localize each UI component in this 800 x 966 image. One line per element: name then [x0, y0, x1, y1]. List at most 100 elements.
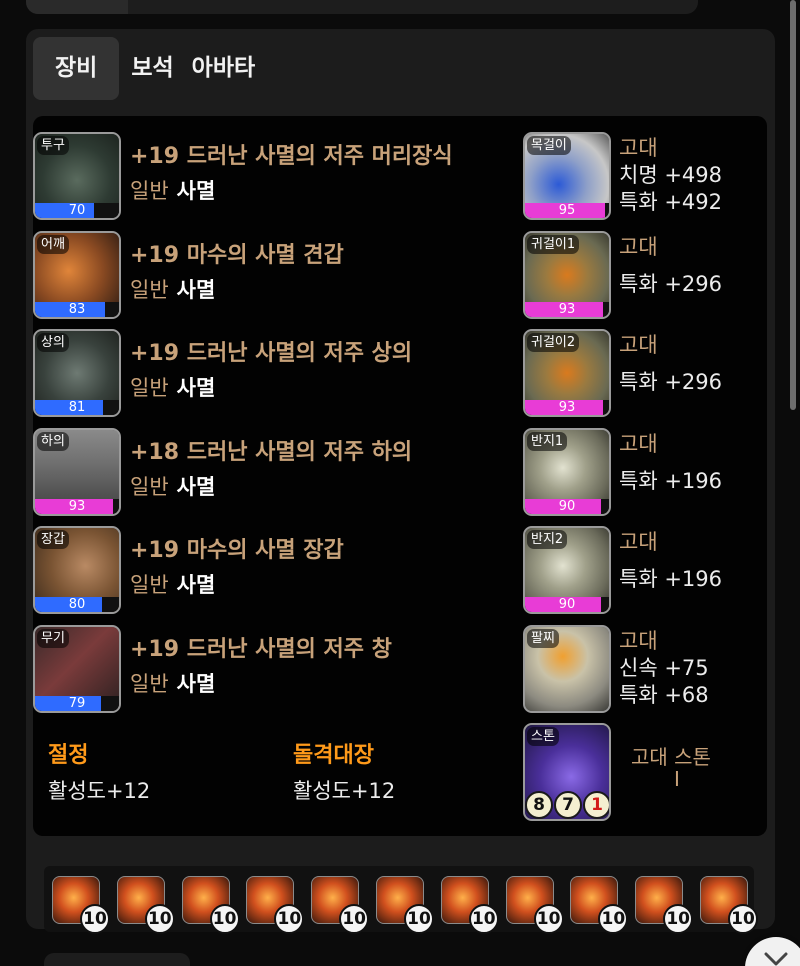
accessory-stat: 특화 +296	[619, 271, 722, 296]
quality-bar: 83	[35, 301, 119, 317]
engraving-name: 절정	[48, 743, 89, 768]
gem-strip: 10 10 10 10 10 10 10 10 10 10 10	[44, 866, 758, 934]
accessory-slot-icon[interactable]: 귀걸이1 93	[523, 230, 611, 319]
stone-level-badge: 7	[554, 791, 582, 819]
scrollbar-thumb[interactable]	[790, 0, 796, 410]
accessory-stat: 특화 +196	[619, 567, 722, 591]
quality-bar: 93	[525, 400, 609, 415]
quality-bar: 90	[525, 498, 609, 514]
gear-slot-icon[interactable]: 어깨 83	[33, 230, 121, 319]
gem-level-badge: 10	[404, 904, 434, 934]
quality-value: 90	[558, 498, 576, 514]
accessory-stat: 특화 +196	[619, 468, 722, 493]
accessory-slot-icon[interactable]: 목걸이 95	[523, 132, 611, 220]
engraving-name: 돌격대장	[293, 743, 374, 768]
stone-levels: 871	[525, 791, 609, 819]
slot-label: 목걸이	[527, 136, 571, 155]
gear-tier: 일반	[130, 277, 169, 302]
tab-gems[interactable]: 보석	[125, 37, 179, 100]
gem-level-badge: 10	[468, 904, 499, 934]
accessory-grade: 고대	[619, 431, 658, 456]
slot-label: 상의	[37, 333, 69, 352]
tab-equipment[interactable]: 장비	[33, 37, 120, 100]
tab-avatar[interactable]: 아바타	[186, 37, 261, 100]
chevron-down-icon	[764, 952, 788, 966]
tab-bar: 장비 보석 아바타	[33, 37, 261, 100]
gear-slot-icon[interactable]: 하의 93	[33, 427, 121, 516]
gem-level-badge: 10	[728, 904, 758, 934]
accessory-slot-icon[interactable]: 팔찌	[523, 624, 611, 713]
accessory-slot-icon[interactable]: 반지2 90	[523, 526, 611, 614]
gear-tier: 일반	[130, 474, 169, 499]
gear-tier: 일반	[130, 671, 169, 696]
gear-set-info: 일반 사멸	[130, 175, 215, 205]
accessory-slot-icon[interactable]: 반지1 90	[523, 427, 611, 516]
gear-slot-icon[interactable]: 장갑 80	[33, 526, 121, 614]
quality-value: 93	[68, 498, 86, 514]
stone-sub: I	[674, 767, 680, 791]
gear-slot-icon[interactable]: 무기 79	[33, 624, 121, 713]
gear-slot-icon[interactable]: 상의 81	[33, 329, 121, 417]
quality-bar: 90	[525, 597, 609, 612]
gear-set: 사멸	[176, 179, 216, 203]
gem-level-badge: 10	[274, 904, 305, 934]
quality-bar: 93	[35, 498, 119, 514]
accessory-stat: 특화 +68	[619, 682, 709, 707]
gear-tier: 일반	[130, 179, 169, 203]
slot-label: 장갑	[37, 530, 69, 549]
collapse-button[interactable]	[745, 937, 800, 966]
accessory-slot-icon[interactable]: 귀걸이2 93	[523, 329, 611, 417]
quality-value: 93	[558, 301, 576, 317]
accessory-grade: 고대	[619, 136, 658, 160]
slot-label: 팔찌	[527, 628, 559, 648]
gear-set-info: 일반 사멸	[130, 471, 215, 501]
ability-stone-slot[interactable]: 스톤 8 7 1	[523, 723, 611, 821]
accessory-grade: 고대	[619, 530, 658, 554]
gear-slot-icon[interactable]: 투구 70	[33, 132, 121, 220]
quality-value: 70	[68, 203, 86, 218]
gear-name: +19 드러난 사멸의 저주 상의	[130, 341, 413, 366]
gear-set: 사멸	[176, 376, 216, 400]
gear-set: 사멸	[176, 671, 216, 696]
equipment-card: 장비 보석 아바타 투구 70 +19 드러난 사멸의 저주 머리장식 일반 사멸 어깨 8…	[26, 29, 775, 929]
top-panel-segment[interactable]	[26, 0, 128, 14]
stone-level-badge: 8	[525, 791, 553, 819]
quality-bar: 70	[35, 203, 119, 218]
accessory-stat: 치명 +498	[619, 163, 722, 187]
gem-level-badge: 10	[663, 904, 694, 934]
top-panel	[26, 0, 698, 14]
slot-label: 귀걸이1	[527, 234, 580, 254]
quality-bar: 79	[35, 695, 119, 711]
accessory-stat: 신속 +75	[619, 655, 709, 680]
stone-name: 고대 스톤	[631, 745, 711, 769]
gem-level-badge: 10	[144, 904, 175, 934]
gear-tier: 일반	[130, 376, 169, 400]
gear-name: +18 드러난 사멸의 저주 하의	[130, 439, 413, 465]
quality-value: 81	[68, 400, 86, 415]
gear-set-info: 일반 사멸	[130, 569, 215, 599]
gear-set-info: 일반 사멸	[130, 668, 215, 698]
accessory-stat: 특화 +492	[619, 190, 722, 214]
accessory-grade: 고대	[619, 333, 658, 357]
quality-value: 90	[558, 597, 576, 612]
engraving-value: 활성도+12	[48, 779, 151, 803]
quality-value: 83	[68, 301, 86, 317]
bottom-panel-stub	[44, 953, 190, 966]
slot-label: 무기	[37, 628, 69, 648]
slot-label: 반지1	[527, 431, 568, 451]
gear-set: 사멸	[176, 573, 216, 597]
quality-bar: 95	[525, 203, 609, 218]
gear-name: +19 드러난 사멸의 저주 머리장식	[130, 144, 453, 169]
gear-name: +19 마수의 사멸 견갑	[130, 242, 344, 268]
stone-level-badge: 1	[583, 791, 609, 819]
gear-set-info: 일반 사멸	[130, 274, 215, 304]
gem-level-badge: 10	[339, 904, 370, 934]
equipment-grid: 투구 70 +19 드러난 사멸의 저주 머리장식 일반 사멸 어깨 83 +19 마수의 사…	[33, 116, 767, 836]
engraving-value: 활성도+12	[293, 779, 396, 803]
gem-level-badge: 10	[209, 904, 240, 934]
gear-name: +19 드러난 사멸의 저주 창	[130, 636, 392, 662]
slot-label: 반지2	[527, 530, 568, 549]
quality-bar: 80	[35, 597, 119, 612]
slot-label: 하의	[37, 431, 69, 451]
slot-label: 투구	[37, 136, 69, 155]
